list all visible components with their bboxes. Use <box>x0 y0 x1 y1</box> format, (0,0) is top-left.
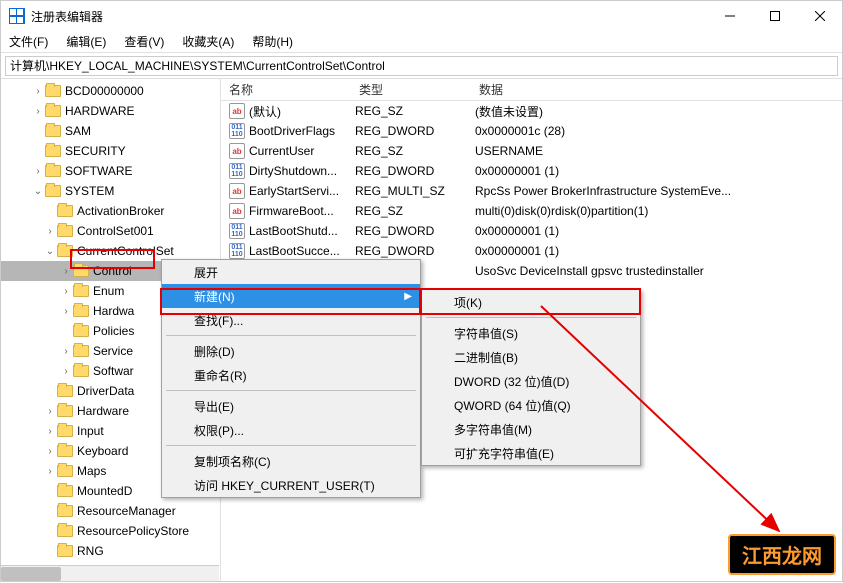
ctx-new-binary[interactable]: 二进制值(B) <box>422 345 640 369</box>
tree-node[interactable]: ResourcePolicyStore <box>1 521 220 541</box>
menu-file[interactable]: 文件(F) <box>5 31 52 52</box>
menu-bar: 文件(F) 编辑(E) 查看(V) 收藏夹(A) 帮助(H) <box>1 31 842 53</box>
ctx-copy-key-name[interactable]: 复制项名称(C) <box>162 449 420 473</box>
table-row[interactable]: ab(默认)REG_SZ(数值未设置) <box>221 101 842 121</box>
context-submenu-new: 项(K) 字符串值(S) 二进制值(B) DWORD (32 位)值(D) QW… <box>421 289 641 466</box>
app-icon <box>9 8 25 24</box>
address-bar <box>1 53 842 79</box>
col-data[interactable]: 数据 <box>471 81 842 98</box>
table-row[interactable]: 011110BootDriverFlagsREG_DWORD0x0000001c… <box>221 121 842 141</box>
tree-node[interactable]: ›SOFTWARE <box>1 161 220 181</box>
table-row[interactable]: 011110LastBootShutd...REG_DWORD0x0000000… <box>221 221 842 241</box>
menu-edit[interactable]: 编辑(E) <box>62 31 110 52</box>
ctx-find[interactable]: 查找(F)... <box>162 308 420 332</box>
ctx-new-multistring[interactable]: 多字符串值(M) <box>422 417 640 441</box>
tree-node[interactable]: ResourceManager <box>1 501 220 521</box>
table-row[interactable]: 011110DirtyShutdown...REG_DWORD0x0000000… <box>221 161 842 181</box>
tree-node[interactable]: SAM <box>1 121 220 141</box>
menu-favorites[interactable]: 收藏夹(A) <box>178 31 238 52</box>
ctx-new[interactable]: 新建(N)▶ <box>162 284 420 308</box>
ctx-expand[interactable]: 展开 <box>162 260 420 284</box>
col-name[interactable]: 名称 <box>221 81 351 98</box>
ctx-goto-hkcu[interactable]: 访问 HKEY_CURRENT_USER(T) <box>162 473 420 497</box>
tree-node[interactable]: ›ControlSet001 <box>1 221 220 241</box>
tree-node[interactable]: ›HARDWARE <box>1 101 220 121</box>
table-row[interactable]: abFirmwareBoot...REG_SZmulti(0)disk(0)rd… <box>221 201 842 221</box>
ctx-delete[interactable]: 删除(D) <box>162 339 420 363</box>
close-button[interactable] <box>797 2 842 30</box>
address-input[interactable] <box>5 56 838 76</box>
watermark: 江西龙网 <box>728 534 836 575</box>
tree-node[interactable]: ⌄SYSTEM <box>1 181 220 201</box>
tree-node[interactable]: SECURITY <box>1 141 220 161</box>
table-row[interactable]: abCurrentUserREG_SZUSERNAME <box>221 141 842 161</box>
list-header: 名称 类型 数据 <box>221 79 842 101</box>
tree-node[interactable]: ⌄CurrentControlSet <box>1 241 220 261</box>
title-bar: 注册表编辑器 <box>1 1 842 31</box>
ctx-new-key[interactable]: 项(K) <box>422 290 640 314</box>
ctx-export[interactable]: 导出(E) <box>162 394 420 418</box>
minimize-button[interactable] <box>707 2 752 30</box>
context-menu: 展开 新建(N)▶ 查找(F)... 删除(D) 重命名(R) 导出(E) 权限… <box>161 259 421 498</box>
horizontal-scrollbar[interactable] <box>1 565 219 581</box>
tree-node[interactable]: RNG <box>1 541 220 561</box>
table-row[interactable]: 011110LastBootSucce...REG_DWORD0x0000000… <box>221 241 842 261</box>
ctx-rename[interactable]: 重命名(R) <box>162 363 420 387</box>
ctx-new-qword[interactable]: QWORD (64 位)值(Q) <box>422 393 640 417</box>
ctx-permissions[interactable]: 权限(P)... <box>162 418 420 442</box>
ctx-new-dword[interactable]: DWORD (32 位)值(D) <box>422 369 640 393</box>
maximize-button[interactable] <box>752 2 797 30</box>
menu-help[interactable]: 帮助(H) <box>248 31 297 52</box>
window-title: 注册表编辑器 <box>31 8 103 25</box>
menu-view[interactable]: 查看(V) <box>120 31 168 52</box>
ctx-new-expandstring[interactable]: 可扩充字符串值(E) <box>422 441 640 465</box>
tree-node[interactable]: ›BCD00000000 <box>1 81 220 101</box>
ctx-new-string[interactable]: 字符串值(S) <box>422 321 640 345</box>
tree-node[interactable]: ActivationBroker <box>1 201 220 221</box>
table-row[interactable]: abEarlyStartServi...REG_MULTI_SZRpcSs Po… <box>221 181 842 201</box>
col-type[interactable]: 类型 <box>351 81 471 98</box>
